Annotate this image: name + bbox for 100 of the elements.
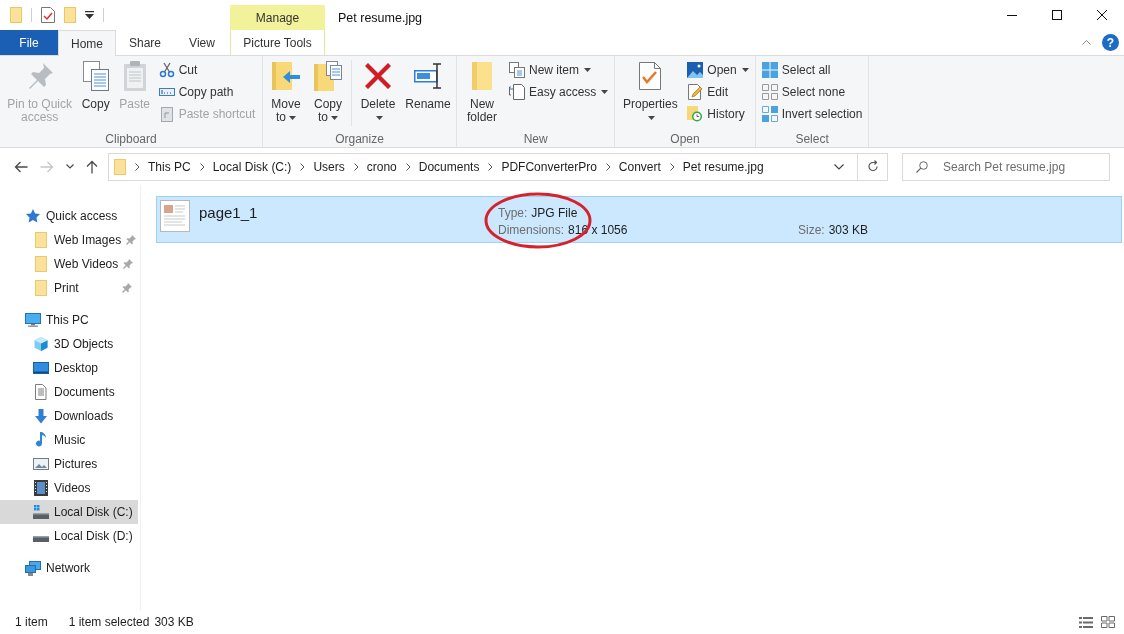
- status-text: 1 item: [15, 614, 48, 631]
- ribbon-button[interactable]: Open: [685, 59, 751, 81]
- ribbon-button[interactable]: Properties: [619, 56, 682, 124]
- grid-filled-icon: [761, 62, 778, 78]
- pages-icon: [509, 62, 525, 78]
- status-text: 1 item selected: [68, 614, 150, 631]
- document-icon: [35, 384, 47, 400]
- ribbon-tab[interactable]: View: [174, 30, 230, 55]
- down-arrow-icon: [34, 408, 48, 424]
- caret-icon[interactable]: [85, 10, 94, 20]
- ribbon-button[interactable]: New folder: [461, 56, 503, 124]
- ribbon-tab[interactable]: Share: [116, 30, 174, 55]
- breadcrumb[interactable]: Users: [313, 156, 345, 177]
- ribbon-group-label: Select: [794, 130, 830, 147]
- file-tab[interactable]: File: [0, 30, 58, 55]
- chevron-icon: [405, 162, 411, 171]
- nav-item[interactable]: Network: [0, 556, 138, 580]
- ribbon-tab[interactable]: Picture Tools: [230, 30, 325, 55]
- nav-item[interactable]: Documents: [0, 380, 138, 404]
- ribbon-button[interactable]: Select all: [759, 59, 865, 81]
- page-pencil-icon: [687, 84, 704, 100]
- refresh-button[interactable]: [858, 152, 888, 181]
- nav-item[interactable]: Quick access: [0, 204, 138, 228]
- ribbon-button[interactable]: Move to: [267, 56, 305, 124]
- check-page-icon: [639, 62, 662, 90]
- scissors-icon: [158, 62, 175, 78]
- breadcrumb[interactable]: Pet resume.jpg: [682, 156, 764, 177]
- status-text: 303 KB: [154, 614, 194, 631]
- breadcrumb[interactable]: PDFConverterPro: [501, 156, 597, 177]
- nav-item[interactable]: Local Disk (C:): [0, 500, 138, 524]
- breadcrumb[interactable]: crono: [366, 156, 397, 177]
- ribbon-button[interactable]: Easy access: [507, 81, 611, 103]
- breadcrumb[interactable]: This PC: [148, 156, 191, 177]
- ribbon-button[interactable]: Copy path: [156, 81, 258, 103]
- clipboard-icon: [122, 61, 147, 91]
- ribbon-tab[interactable]: Home: [58, 30, 116, 56]
- large-icons-view-icon[interactable]: [1101, 616, 1115, 628]
- collapse-ribbon-icon[interactable]: [1082, 40, 1091, 45]
- nav-item[interactable]: Videos: [0, 476, 138, 500]
- nav-item[interactable]: Print: [0, 276, 138, 300]
- drive-icon: [33, 505, 49, 519]
- detail-label: Dimensions:: [498, 221, 565, 239]
- ribbon-button[interactable]: Edit: [685, 81, 751, 103]
- folder-pages-icon: [314, 61, 342, 91]
- check-page-icon[interactable]: [41, 7, 55, 23]
- cross-icon: [365, 63, 391, 89]
- chevron-icon: [669, 162, 675, 171]
- desktop-icon: [33, 362, 49, 374]
- folder-arrow-icon: [272, 62, 300, 90]
- chevron-icon: [353, 162, 359, 171]
- shortcut-page-icon: [160, 106, 173, 122]
- network-icon: [25, 560, 41, 576]
- nav-item[interactable]: Web Images: [0, 228, 138, 252]
- ribbon-button[interactable]: Invert selection: [759, 103, 865, 125]
- details-view-icon[interactable]: [1079, 616, 1093, 628]
- text-cursor-box-icon: [414, 63, 442, 89]
- chevron-icon: [488, 162, 494, 171]
- tab-group-header: Manage: [230, 5, 325, 30]
- nav-item[interactable]: Music: [0, 428, 138, 452]
- nav-item[interactable]: This PC: [0, 308, 138, 332]
- nav-item[interactable]: 3D Objects: [0, 332, 138, 356]
- music-note-icon: [36, 432, 46, 448]
- folder-icon: [35, 280, 47, 296]
- ribbon-group-label: Clipboard: [104, 130, 158, 147]
- ribbon-button[interactable]: Copy: [78, 56, 113, 111]
- address-field[interactable]: This PC Local Disk (C:) Users crono Documents PDFConverterPro Convert Pet resume.jpg: [108, 152, 858, 181]
- breadcrumb[interactable]: Documents: [418, 156, 480, 177]
- nav-item[interactable]: Pictures: [0, 452, 138, 476]
- drive-icon: [33, 536, 49, 542]
- chevron-icon: [300, 162, 306, 171]
- ribbon-button[interactable]: Cut: [156, 59, 258, 81]
- nav-item[interactable]: Local Disk (D:): [0, 524, 138, 548]
- pages-icon: [82, 61, 109, 91]
- search-field[interactable]: Search Pet resume.jpg: [902, 152, 1110, 181]
- dropdown-caret-icon[interactable]: [834, 163, 844, 170]
- ribbon-button[interactable]: History: [685, 103, 751, 125]
- nav-item[interactable]: Web Videos: [0, 252, 138, 276]
- detail-label: Size:: [798, 221, 825, 239]
- help-button[interactable]: ?: [1102, 34, 1119, 51]
- breadcrumb[interactable]: Convert: [618, 156, 661, 177]
- grid-mixed-icon: [761, 106, 778, 122]
- nav-item[interactable]: Desktop: [0, 356, 138, 380]
- folder-icon: [35, 256, 47, 272]
- detail-label: Type:: [498, 204, 528, 222]
- ribbon-button[interactable]: New item: [507, 59, 611, 81]
- file-thumbnail-icon: [160, 200, 190, 232]
- ribbon-button[interactable]: Delete: [356, 56, 400, 124]
- grid-outline-icon: [761, 84, 778, 100]
- image-icon: [687, 62, 704, 78]
- chevron-icon: [199, 162, 205, 171]
- detail-value: 303 KB: [828, 221, 869, 239]
- picture-icon: [33, 458, 49, 470]
- nav-item[interactable]: Downloads: [0, 404, 138, 428]
- breadcrumb[interactable]: Local Disk (C:): [212, 156, 292, 177]
- ribbon-button[interactable]: Rename: [404, 56, 452, 111]
- detail-value: JPG File: [531, 204, 578, 222]
- cube-icon: [33, 336, 49, 352]
- ribbon-button[interactable]: Select none: [759, 81, 865, 103]
- ribbon-button[interactable]: Copy to: [309, 56, 347, 124]
- path-tag-icon: [158, 88, 175, 96]
